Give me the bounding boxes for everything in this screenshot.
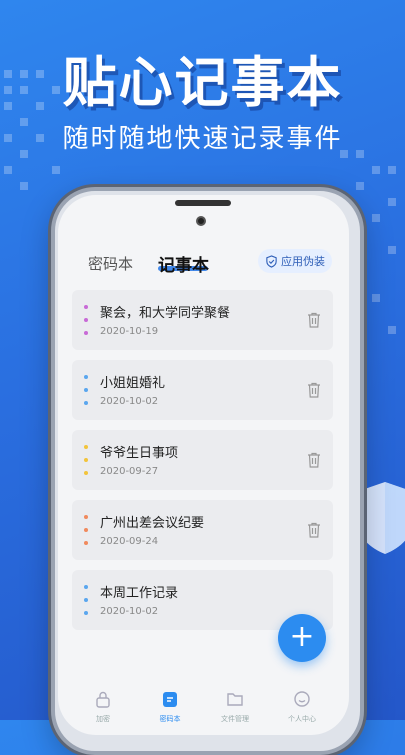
- note-card[interactable]: 小姐姐婚礼 2020-10-02: [72, 360, 333, 420]
- note-title: 爷爷生日事项: [100, 446, 179, 461]
- smile-icon: [294, 691, 310, 707]
- nav-label: 加密: [96, 715, 110, 723]
- color-dots: [84, 515, 88, 554]
- trash-icon[interactable]: [307, 382, 321, 398]
- trash-icon[interactable]: [307, 312, 321, 328]
- note-title: 本周工作记录: [100, 586, 179, 601]
- note-icon: [163, 692, 177, 707]
- color-dots: [84, 375, 88, 414]
- nav-item-file-manager[interactable]: 文件管理: [215, 690, 255, 724]
- banner-subline: 随时随地快速记录事件: [62, 124, 343, 154]
- nav-label: 个人中心: [288, 715, 316, 723]
- shield-check-icon: [266, 254, 277, 268]
- color-dots: [84, 305, 88, 344]
- note-title: 广州出差会议纪要: [100, 516, 205, 531]
- folder-icon: [227, 693, 243, 706]
- app-disguise-label: 应用伪装: [281, 255, 325, 268]
- note-date: 2020-09-27: [100, 466, 159, 477]
- lock-icon: [96, 691, 110, 708]
- nav-item-profile[interactable]: 个人中心: [282, 690, 322, 724]
- color-dots: [84, 445, 88, 484]
- nav-item-password-book[interactable]: 密码本: [150, 690, 190, 724]
- note-card[interactable]: 聚会，和大学同学聚餐 2020-10-19: [72, 290, 333, 350]
- nav-label: 文件管理: [221, 715, 249, 723]
- color-dots: [84, 585, 88, 624]
- nav-item-encrypt[interactable]: 加密: [83, 690, 123, 724]
- banner-headline: 贴心记事本: [62, 51, 343, 114]
- trash-icon[interactable]: [307, 452, 321, 468]
- note-title: 小姐姐婚礼: [100, 376, 166, 391]
- note-card[interactable]: 爷爷生日事项 2020-09-27: [72, 430, 333, 490]
- phone-speaker: [175, 200, 231, 206]
- note-date: 2020-10-19: [100, 326, 159, 337]
- tab-notebook[interactable]: 记事本: [158, 251, 209, 276]
- note-date: 2020-10-02: [100, 606, 159, 617]
- note-card[interactable]: 广州出差会议纪要 2020-09-24: [72, 500, 333, 560]
- app-disguise-button[interactable]: 应用伪装: [258, 249, 332, 273]
- trash-icon[interactable]: [307, 522, 321, 538]
- note-date: 2020-10-02: [100, 396, 159, 407]
- plus-icon: +: [289, 619, 315, 654]
- nav-label: 密码本: [159, 715, 181, 723]
- add-note-button[interactable]: +: [278, 614, 326, 662]
- note-title: 聚会，和大学同学聚餐: [100, 306, 231, 321]
- tab-password-book[interactable]: 密码本: [88, 253, 133, 274]
- note-date: 2020-09-24: [100, 536, 159, 547]
- phone-camera: [196, 216, 206, 226]
